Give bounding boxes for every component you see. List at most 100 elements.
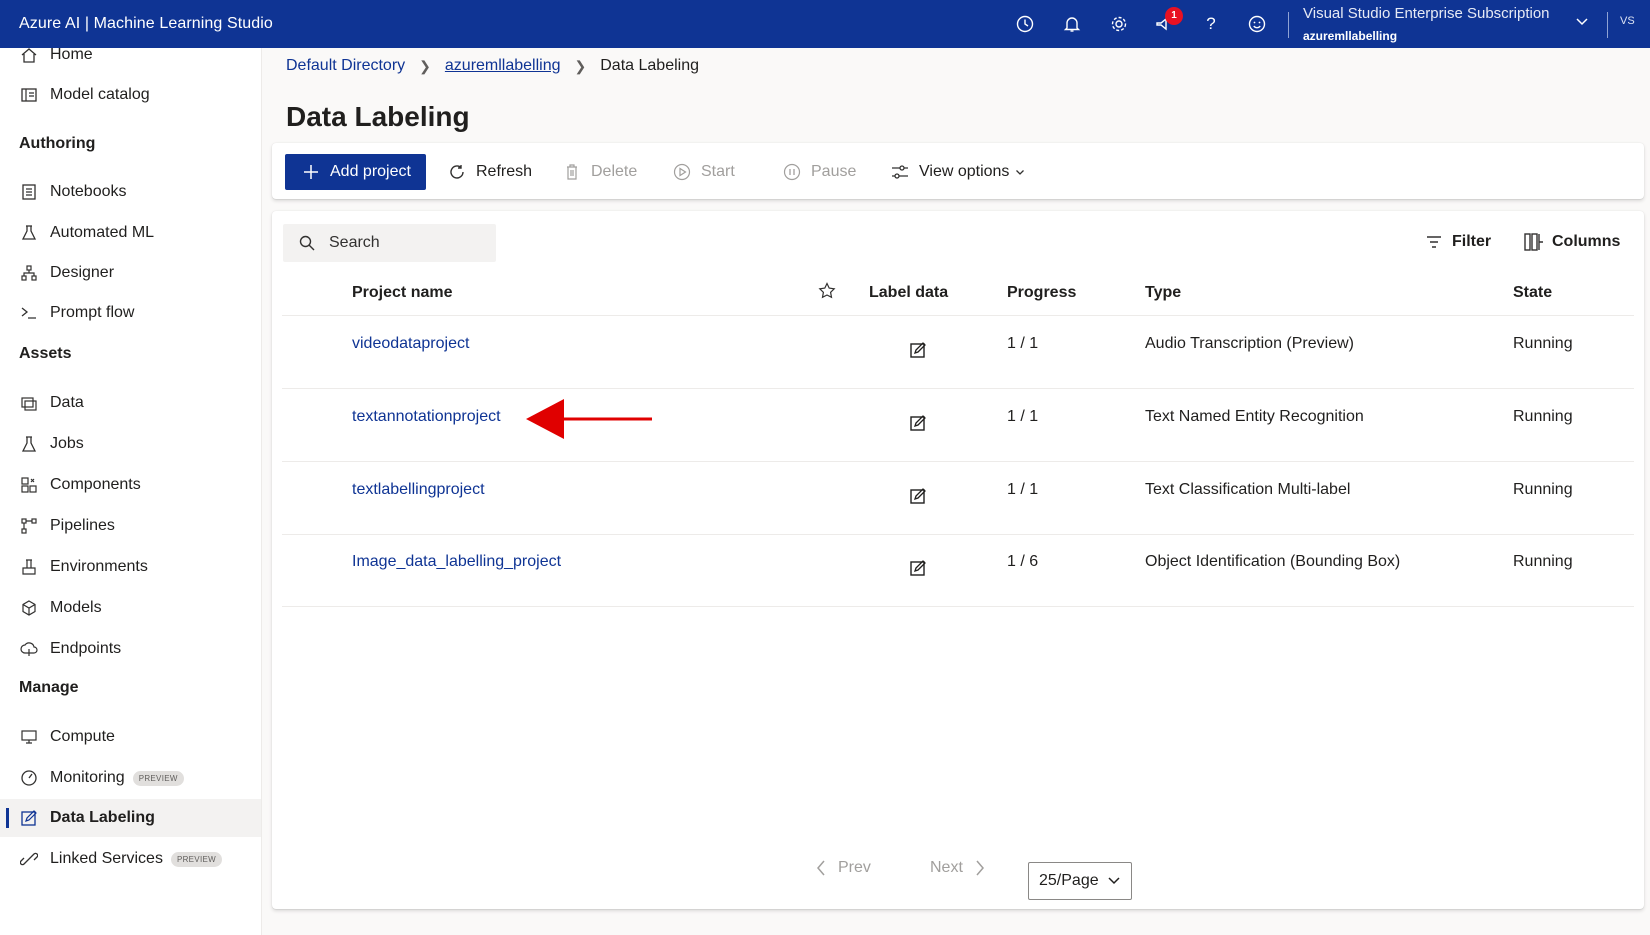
project-name-link[interactable]: Image_data_labelling_project (352, 553, 561, 571)
project-type: Text Named Entity Recognition (1145, 408, 1364, 425)
sidebar-item-label: Home (50, 46, 93, 63)
columns-button[interactable]: Columns (1524, 232, 1620, 252)
pause-icon (782, 162, 802, 182)
search-input[interactable] (329, 234, 479, 252)
notebook-icon (18, 181, 40, 203)
page-size-dropdown[interactable]: 25/Page (1028, 862, 1132, 900)
add-project-label: Add project (330, 163, 411, 180)
project-state: Running (1513, 335, 1573, 352)
start-button[interactable]: Start (672, 154, 735, 190)
command-bar: Add project Refresh Delete Start Pause V… (272, 143, 1644, 199)
column-header-label-data[interactable]: Label data (869, 284, 948, 302)
chevron-down-icon (1107, 873, 1121, 892)
edit-icon[interactable] (909, 487, 927, 505)
compute-icon (18, 726, 40, 748)
project-name-link[interactable]: videodataproject (352, 335, 469, 353)
sidebar-item-models[interactable]: Models (0, 589, 261, 627)
prev-label: Prev (838, 859, 871, 876)
edit-icon[interactable] (909, 341, 927, 359)
chevron-right-icon (975, 859, 985, 877)
avatar[interactable]: VS (1620, 15, 1635, 27)
edit-icon[interactable] (909, 414, 927, 432)
star-icon[interactable] (818, 282, 836, 305)
sidebar-item-data-labeling[interactable]: Data Labeling (0, 799, 261, 837)
subscription-name[interactable]: Visual Studio Enterprise Subscription (1303, 5, 1550, 22)
refresh-button[interactable]: Refresh (447, 154, 532, 190)
sidebar-item-designer[interactable]: Designer (0, 254, 261, 292)
column-header-state[interactable]: State (1513, 284, 1552, 302)
page-size-value: 25/Page (1039, 872, 1099, 889)
sidebar-item-jobs[interactable]: Jobs (0, 425, 261, 463)
sidebar-item-notebooks[interactable]: Notebooks (0, 173, 261, 211)
view-options-button[interactable]: View options (890, 154, 1025, 190)
gear-icon[interactable] (1109, 14, 1129, 34)
project-name-link[interactable]: textannotationproject (352, 408, 501, 426)
app-title[interactable]: Azure AI | Machine Learning Studio (19, 15, 273, 33)
pause-label: Pause (811, 163, 857, 180)
chevron-right-icon: ❯ (419, 57, 431, 74)
history-icon[interactable] (1015, 14, 1035, 34)
project-name-link[interactable]: textlabellingproject (352, 481, 485, 499)
sidebar-item-prompt-flow[interactable]: Prompt flow (0, 294, 261, 332)
sidebar-item-label: Monitoring (50, 769, 125, 786)
table-row[interactable]: videodataproject 1 / 1 Audio Transcripti… (282, 317, 1634, 389)
sidebar-item-environments[interactable]: Environments (0, 548, 261, 586)
next-page-button[interactable]: Next (930, 859, 985, 877)
project-type: Audio Transcription (Preview) (1145, 335, 1354, 352)
project-state: Running (1513, 553, 1573, 570)
sidebar-item-pipelines[interactable]: Pipelines (0, 507, 261, 545)
sidebar-item-model-catalog[interactable]: Model catalog (0, 76, 261, 114)
table-row[interactable]: Image_data_labelling_project 1 / 6 Objec… (282, 535, 1634, 607)
linked-services-icon (18, 848, 40, 870)
pause-button[interactable]: Pause (782, 154, 856, 190)
prev-page-button[interactable]: Prev (816, 859, 871, 877)
edit-icon[interactable] (909, 559, 927, 577)
topbar-divider (1288, 12, 1289, 38)
home-icon (18, 44, 40, 66)
table-row[interactable]: textannotationproject 1 / 1 Text Named E… (282, 390, 1634, 462)
sidebar-item-label: Notebooks (50, 183, 127, 200)
column-header-type[interactable]: Type (1145, 284, 1181, 302)
automl-icon (18, 222, 40, 244)
table-row[interactable]: textlabellingproject 1 / 1 Text Classifi… (282, 463, 1634, 535)
section-heading-assets: Assets (19, 345, 72, 362)
column-header-project-name[interactable]: Project name (352, 284, 452, 302)
sidebar-item-label: Data Labeling (50, 809, 155, 826)
jobs-icon (18, 433, 40, 455)
sliders-icon (890, 162, 910, 182)
designer-icon (18, 262, 40, 284)
chevron-down-icon[interactable] (1575, 14, 1589, 31)
delete-label: Delete (591, 163, 638, 180)
breadcrumb-current: Data Labeling (600, 57, 699, 74)
refresh-icon (447, 162, 467, 182)
workspace-name[interactable]: azuremllabelling (1303, 29, 1397, 43)
preview-badge: PREVIEW (132, 770, 184, 786)
sidebar-item-label: Prompt flow (50, 304, 135, 321)
breadcrumb-default-directory[interactable]: Default Directory (286, 57, 405, 75)
help-icon[interactable]: ? (1201, 14, 1221, 34)
smiley-icon[interactable] (1247, 14, 1267, 34)
bell-icon[interactable] (1062, 14, 1082, 34)
sidebar-item-data[interactable]: Data (0, 384, 261, 422)
column-header-progress[interactable]: Progress (1007, 284, 1076, 302)
breadcrumb: Default Directory ❯ azuremllabelling ❯ D… (286, 57, 699, 75)
project-state: Running (1513, 408, 1573, 425)
search-box[interactable] (283, 224, 496, 262)
add-project-button[interactable]: Add project (285, 154, 426, 190)
view-options-label: View options (919, 163, 1010, 180)
delete-button[interactable]: Delete (562, 154, 637, 190)
sidebar-item-endpoints[interactable]: Endpoints (0, 630, 261, 668)
sidebar-item-home[interactable]: Home (0, 36, 261, 74)
sidebar-item-components[interactable]: Components (0, 466, 261, 504)
data-icon (18, 392, 40, 414)
sidebar-item-linked-services[interactable]: Linked Services PREVIEW (0, 840, 261, 878)
sidebar-item-label: Automated ML (50, 224, 155, 241)
filter-button[interactable]: Filter (1424, 232, 1491, 252)
progress-value: 1 / 6 (1007, 553, 1039, 570)
sidebar-item-automated-ml[interactable]: Automated ML (0, 214, 261, 252)
next-label: Next (930, 859, 963, 876)
sidebar-item-compute[interactable]: Compute (0, 718, 261, 756)
columns-icon (1524, 232, 1544, 252)
sidebar-item-monitoring[interactable]: Monitoring PREVIEW (0, 759, 261, 797)
breadcrumb-workspace[interactable]: azuremllabelling (445, 57, 561, 75)
